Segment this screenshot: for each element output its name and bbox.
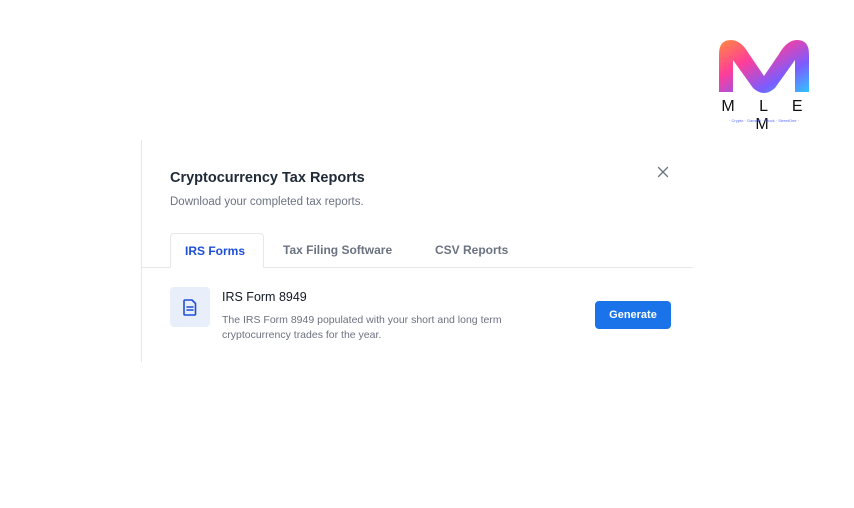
modal-subtitle: Download your completed tax reports. xyxy=(170,196,364,208)
tax-reports-modal: Cryptocurrency Tax Reports Download your… xyxy=(141,140,693,362)
tab-tax-filing-software[interactable]: Tax Filing Software xyxy=(269,233,406,267)
tab-irs-forms[interactable]: IRS Forms xyxy=(170,233,264,268)
report-title: IRS Form 8949 xyxy=(222,290,307,304)
tab-csv-reports[interactable]: CSV Reports xyxy=(421,233,522,267)
generate-button[interactable]: Generate xyxy=(595,301,671,329)
close-icon[interactable] xyxy=(656,166,670,180)
report-tabs: IRS Forms Tax Filing Software CSV Report… xyxy=(142,233,693,268)
document-icon xyxy=(170,287,210,327)
modal-title: Cryptocurrency Tax Reports xyxy=(170,170,365,186)
report-description: The IRS Form 8949 populated with your sh… xyxy=(222,314,502,341)
report-item-irs-form-8949: IRS Form 8949 The IRS Form 8949 populate… xyxy=(170,287,672,347)
logo-mark-icon xyxy=(719,40,809,93)
logo-wordmark: M L E M xyxy=(721,98,813,133)
logo-tagline: · Crypto · GameFi · Stock · StreetOne · xyxy=(729,118,799,123)
brand-logo: M L E M · Crypto · GameFi · Stock · Stre… xyxy=(712,36,816,133)
